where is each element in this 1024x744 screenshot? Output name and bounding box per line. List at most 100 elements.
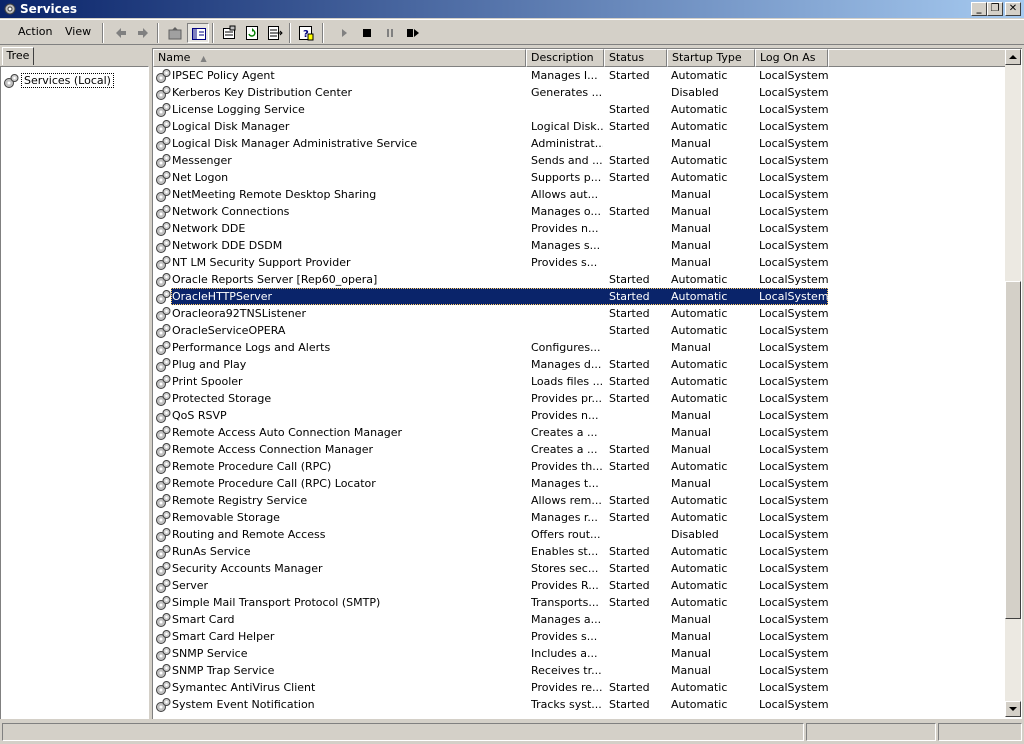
table-row[interactable]: System Event Notification Tracks syst... S… [153,696,829,713]
service-name: QoS RSVP [172,409,227,422]
service-startup-type: Automatic [671,511,728,524]
table-row[interactable]: Remote Procedure Call (RPC) Provides th..… [153,458,829,475]
tab-tree[interactable]: Tree [2,47,34,65]
table-row[interactable]: NetMeeting Remote Desktop Sharing Allows … [153,186,829,203]
service-name: Removable Storage [172,511,280,524]
gear-icon [156,103,171,117]
play-icon [342,29,347,37]
menu-action[interactable]: Action [16,24,54,40]
table-row[interactable]: Oracleora92TNSListener Started Automatic Lo… [153,305,829,322]
toolbar-separator [157,23,159,43]
table-row[interactable]: Performance Logs and Alerts Configures...… [153,339,829,356]
table-row[interactable]: SNMP Trap Service Receives tr... Manual Loc… [153,662,829,679]
table-row[interactable]: RunAs Service Enables st... Started Automat… [153,543,829,560]
table-row[interactable]: NT LM Security Support Provider Provides … [153,254,829,271]
column-header-log-on-as[interactable]: Log On As [755,49,828,67]
gear-icon [156,698,171,712]
service-name: OracleServiceOPERA [172,324,286,337]
service-startup-type: Automatic [671,307,728,320]
column-header-status[interactable]: Status [604,49,667,67]
scroll-down-button[interactable] [1005,701,1021,717]
scroll-thumb[interactable] [1005,281,1021,619]
service-log-on-as: LocalSystem [759,222,829,235]
pause-service-button[interactable] [379,23,401,43]
service-startup-type: Automatic [671,698,728,711]
scroll-up-button[interactable] [1005,49,1021,65]
table-row[interactable]: Remote Access Auto Connection Manager Cre… [153,424,829,441]
table-row[interactable]: Simple Mail Transport Protocol (SMTP) Tra… [153,594,829,611]
menu-view[interactable]: View [63,24,93,40]
table-row[interactable]: Logical Disk Manager Logical Disk... Start… [153,118,829,135]
table-row[interactable]: Protected Storage Provides pr... Started Au… [153,390,829,407]
table-row[interactable]: License Logging Service Started Automatic L… [153,101,829,118]
service-status: Started [609,460,650,473]
table-row[interactable]: Smart Card Manages a... Manual LocalSystem [153,611,829,628]
forward-button[interactable] [132,23,154,43]
up-level-button[interactable] [164,23,186,43]
table-row[interactable]: Network DDE DSDM Manages s... Manual LocalS… [153,237,829,254]
table-row[interactable]: Kerberos Key Distribution Center Generate… [153,84,829,101]
table-row[interactable]: Plug and Play Manages d... Started Automati… [153,356,829,373]
table-row[interactable]: Server Provides R... Started Automatic Local… [153,577,829,594]
table-row[interactable]: Remote Registry Service Allows rem... Star… [153,492,829,509]
table-row[interactable]: Removable Storage Manages r... Started Auto… [153,509,829,526]
service-startup-type: Manual [671,630,711,643]
service-log-on-as: LocalSystem [759,562,829,575]
table-row[interactable]: Network DDE Provides n... Manual LocalSyste… [153,220,829,237]
table-row[interactable]: QoS RSVP Provides n... Manual LocalSystem [153,407,829,424]
table-row[interactable]: Logical Disk Manager Administrative Serv… [153,135,829,152]
table-row[interactable]: Network Connections Manages o... Started Ma… [153,203,829,220]
service-startup-type: Disabled [671,86,719,99]
service-name: Smart Card [172,613,235,626]
service-log-on-as: LocalSystem [759,460,829,473]
close-button[interactable]: ✕ [1005,2,1021,16]
service-description: Logical Disk... [531,120,603,133]
minimize-button[interactable]: _ [971,2,987,16]
gear-icon [156,137,171,151]
column-header-description[interactable]: Description [526,49,604,67]
back-button[interactable] [110,23,132,43]
gear-icon [156,290,171,304]
table-row[interactable]: Routing and Remote Access Offers rout... D… [153,526,829,543]
service-startup-type: Automatic [671,69,728,82]
help-button[interactable]: ? [295,23,317,43]
service-log-on-as: LocalSystem [759,681,829,694]
refresh-button[interactable] [241,23,263,43]
restore-button[interactable]: ❐ [987,2,1003,16]
table-row[interactable]: Messenger Sends and ... Started Automatic Lo… [153,152,829,169]
table-row[interactable]: IPSEC Policy Agent Manages I... Started Aut… [153,67,829,84]
table-row[interactable]: Symantec AntiVirus Client Provides re... S… [153,679,829,696]
table-row[interactable]: Net Logon Supports p... Started Automatic Lo… [153,169,829,186]
table-row[interactable]: Smart Card Helper Provides s... Manual Loca… [153,628,829,645]
table-row[interactable]: Print Spooler Loads files ... Started Autom… [153,373,829,390]
service-description: Enables st... [531,545,599,558]
stop-service-button[interactable] [356,23,378,43]
gear-icon [156,222,171,236]
properties-icon [223,25,236,39]
start-service-button[interactable] [333,23,355,43]
export-list-button[interactable] [264,23,286,43]
column-header-startup-type[interactable]: Startup Type [667,49,755,67]
show-hide-tree-button[interactable] [187,23,209,43]
table-row[interactable]: OracleHTTPServer Started Automatic LocalSys… [153,288,829,305]
service-startup-type: Automatic [671,460,728,473]
properties-button[interactable] [218,23,240,43]
column-header-name[interactable]: Name ▲ [153,49,526,67]
vertical-scrollbar[interactable] [1005,49,1021,717]
title-bar[interactable]: Services _ ❐ ✕ [0,0,1024,18]
table-row[interactable]: OracleServiceOPERA Started Automatic LocalS… [153,322,829,339]
service-status: Started [609,511,650,524]
service-log-on-as: LocalSystem [759,664,829,677]
gear-icon [156,86,171,100]
table-row[interactable]: SNMP Service Includes a... Manual LocalSyst… [153,645,829,662]
table-row[interactable]: Remote Access Connection Manager Creates … [153,441,829,458]
pause-icon [387,29,393,37]
table-row[interactable]: Remote Procedure Call (RPC) Locator Manag… [153,475,829,492]
service-startup-type: Automatic [671,358,728,371]
service-startup-type: Automatic [671,494,728,507]
table-row[interactable]: Security Accounts Manager Stores sec... St… [153,560,829,577]
table-row[interactable]: Oracle Reports Server [Rep60_opera] Start… [153,271,829,288]
service-name: Protected Storage [172,392,272,405]
restart-service-button[interactable] [402,23,424,43]
refresh-icon [246,26,258,40]
